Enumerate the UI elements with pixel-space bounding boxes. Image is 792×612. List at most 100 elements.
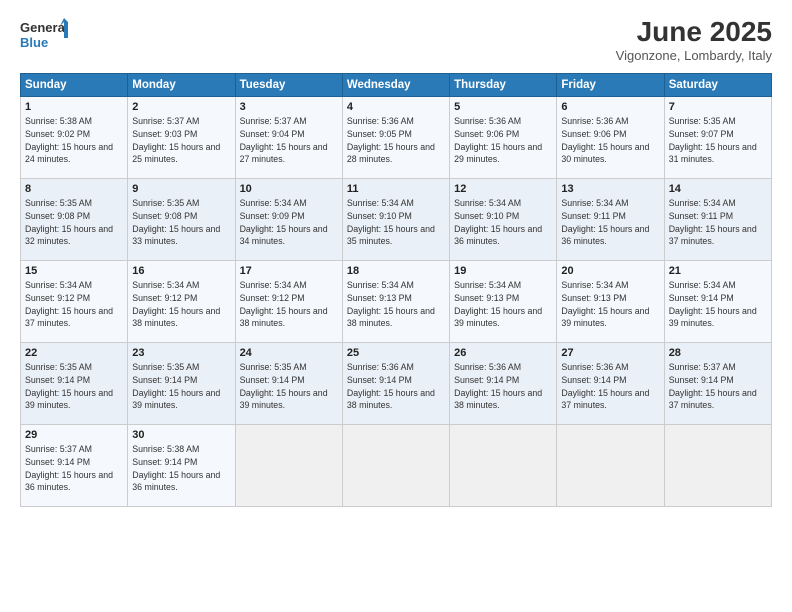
table-row [235, 425, 342, 507]
day-number: 22 [25, 347, 123, 359]
table-row: 26 Sunrise: 5:36 AMSunset: 9:14 PMDaylig… [450, 343, 557, 425]
calendar-week-row: 1 Sunrise: 5:38 AMSunset: 9:02 PMDayligh… [21, 97, 772, 179]
col-sunday: Sunday [21, 74, 128, 97]
table-row: 6 Sunrise: 5:36 AMSunset: 9:06 PMDayligh… [557, 97, 664, 179]
day-number: 29 [25, 429, 123, 441]
table-row: 25 Sunrise: 5:36 AMSunset: 9:14 PMDaylig… [342, 343, 449, 425]
day-number: 24 [240, 347, 338, 359]
table-row [342, 425, 449, 507]
location-subtitle: Vigonzone, Lombardy, Italy [616, 48, 772, 63]
day-number: 12 [454, 183, 552, 195]
table-row: 18 Sunrise: 5:34 AMSunset: 9:13 PMDaylig… [342, 261, 449, 343]
table-row: 14 Sunrise: 5:34 AMSunset: 9:11 PMDaylig… [664, 179, 771, 261]
col-monday: Monday [128, 74, 235, 97]
day-number: 25 [347, 347, 445, 359]
day-number: 10 [240, 183, 338, 195]
day-detail: Sunrise: 5:34 AMSunset: 9:10 PMDaylight:… [454, 198, 542, 246]
calendar-week-row: 15 Sunrise: 5:34 AMSunset: 9:12 PMDaylig… [21, 261, 772, 343]
day-number: 14 [669, 183, 767, 195]
day-detail: Sunrise: 5:34 AMSunset: 9:12 PMDaylight:… [132, 280, 220, 328]
table-row: 1 Sunrise: 5:38 AMSunset: 9:02 PMDayligh… [21, 97, 128, 179]
table-row: 5 Sunrise: 5:36 AMSunset: 9:06 PMDayligh… [450, 97, 557, 179]
day-number: 16 [132, 265, 230, 277]
table-row: 13 Sunrise: 5:34 AMSunset: 9:11 PMDaylig… [557, 179, 664, 261]
day-detail: Sunrise: 5:37 AMSunset: 9:04 PMDaylight:… [240, 116, 328, 164]
calendar-week-row: 29 Sunrise: 5:37 AMSunset: 9:14 PMDaylig… [21, 425, 772, 507]
month-title: June 2025 [616, 16, 772, 48]
table-row [557, 425, 664, 507]
day-detail: Sunrise: 5:34 AMSunset: 9:09 PMDaylight:… [240, 198, 328, 246]
day-number: 19 [454, 265, 552, 277]
day-number: 9 [132, 183, 230, 195]
table-row: 23 Sunrise: 5:35 AMSunset: 9:14 PMDaylig… [128, 343, 235, 425]
table-row: 8 Sunrise: 5:35 AMSunset: 9:08 PMDayligh… [21, 179, 128, 261]
table-row: 16 Sunrise: 5:34 AMSunset: 9:12 PMDaylig… [128, 261, 235, 343]
day-number: 7 [669, 101, 767, 113]
table-row: 15 Sunrise: 5:34 AMSunset: 9:12 PMDaylig… [21, 261, 128, 343]
table-row: 30 Sunrise: 5:38 AMSunset: 9:14 PMDaylig… [128, 425, 235, 507]
day-detail: Sunrise: 5:34 AMSunset: 9:13 PMDaylight:… [561, 280, 649, 328]
table-row: 28 Sunrise: 5:37 AMSunset: 9:14 PMDaylig… [664, 343, 771, 425]
day-detail: Sunrise: 5:34 AMSunset: 9:13 PMDaylight:… [347, 280, 435, 328]
day-number: 4 [347, 101, 445, 113]
day-number: 1 [25, 101, 123, 113]
day-detail: Sunrise: 5:34 AMSunset: 9:11 PMDaylight:… [669, 198, 757, 246]
day-detail: Sunrise: 5:38 AMSunset: 9:02 PMDaylight:… [25, 116, 113, 164]
day-detail: Sunrise: 5:37 AMSunset: 9:03 PMDaylight:… [132, 116, 220, 164]
day-detail: Sunrise: 5:35 AMSunset: 9:08 PMDaylight:… [25, 198, 113, 246]
day-number: 17 [240, 265, 338, 277]
table-row: 20 Sunrise: 5:34 AMSunset: 9:13 PMDaylig… [557, 261, 664, 343]
day-number: 11 [347, 183, 445, 195]
table-row: 2 Sunrise: 5:37 AMSunset: 9:03 PMDayligh… [128, 97, 235, 179]
day-detail: Sunrise: 5:38 AMSunset: 9:14 PMDaylight:… [132, 444, 220, 492]
day-detail: Sunrise: 5:34 AMSunset: 9:11 PMDaylight:… [561, 198, 649, 246]
table-row: 7 Sunrise: 5:35 AMSunset: 9:07 PMDayligh… [664, 97, 771, 179]
calendar-week-row: 8 Sunrise: 5:35 AMSunset: 9:08 PMDayligh… [21, 179, 772, 261]
logo-svg: General Blue [20, 16, 72, 54]
page-header: General Blue June 2025 Vigonzone, Lombar… [20, 16, 772, 63]
table-row: 9 Sunrise: 5:35 AMSunset: 9:08 PMDayligh… [128, 179, 235, 261]
day-number: 13 [561, 183, 659, 195]
table-row: 24 Sunrise: 5:35 AMSunset: 9:14 PMDaylig… [235, 343, 342, 425]
table-row: 4 Sunrise: 5:36 AMSunset: 9:05 PMDayligh… [342, 97, 449, 179]
day-number: 15 [25, 265, 123, 277]
day-number: 30 [132, 429, 230, 441]
table-row: 21 Sunrise: 5:34 AMSunset: 9:14 PMDaylig… [664, 261, 771, 343]
col-thursday: Thursday [450, 74, 557, 97]
table-row: 10 Sunrise: 5:34 AMSunset: 9:09 PMDaylig… [235, 179, 342, 261]
calendar-week-row: 22 Sunrise: 5:35 AMSunset: 9:14 PMDaylig… [21, 343, 772, 425]
day-number: 20 [561, 265, 659, 277]
table-row: 17 Sunrise: 5:34 AMSunset: 9:12 PMDaylig… [235, 261, 342, 343]
day-number: 2 [132, 101, 230, 113]
table-row [450, 425, 557, 507]
day-number: 5 [454, 101, 552, 113]
day-detail: Sunrise: 5:34 AMSunset: 9:12 PMDaylight:… [25, 280, 113, 328]
table-row: 19 Sunrise: 5:34 AMSunset: 9:13 PMDaylig… [450, 261, 557, 343]
day-number: 23 [132, 347, 230, 359]
day-detail: Sunrise: 5:35 AMSunset: 9:07 PMDaylight:… [669, 116, 757, 164]
title-block: June 2025 Vigonzone, Lombardy, Italy [616, 16, 772, 63]
table-row: 12 Sunrise: 5:34 AMSunset: 9:10 PMDaylig… [450, 179, 557, 261]
day-number: 6 [561, 101, 659, 113]
calendar-header-row: Sunday Monday Tuesday Wednesday Thursday… [21, 74, 772, 97]
table-row: 22 Sunrise: 5:35 AMSunset: 9:14 PMDaylig… [21, 343, 128, 425]
day-number: 8 [25, 183, 123, 195]
table-row: 11 Sunrise: 5:34 AMSunset: 9:10 PMDaylig… [342, 179, 449, 261]
day-number: 28 [669, 347, 767, 359]
logo: General Blue [20, 16, 72, 54]
day-detail: Sunrise: 5:34 AMSunset: 9:14 PMDaylight:… [669, 280, 757, 328]
day-detail: Sunrise: 5:36 AMSunset: 9:14 PMDaylight:… [347, 362, 435, 410]
day-detail: Sunrise: 5:36 AMSunset: 9:14 PMDaylight:… [561, 362, 649, 410]
table-row: 29 Sunrise: 5:37 AMSunset: 9:14 PMDaylig… [21, 425, 128, 507]
day-detail: Sunrise: 5:35 AMSunset: 9:14 PMDaylight:… [240, 362, 328, 410]
day-detail: Sunrise: 5:34 AMSunset: 9:10 PMDaylight:… [347, 198, 435, 246]
day-detail: Sunrise: 5:37 AMSunset: 9:14 PMDaylight:… [669, 362, 757, 410]
table-row [664, 425, 771, 507]
day-detail: Sunrise: 5:36 AMSunset: 9:06 PMDaylight:… [454, 116, 542, 164]
svg-text:Blue: Blue [20, 35, 48, 50]
day-detail: Sunrise: 5:34 AMSunset: 9:12 PMDaylight:… [240, 280, 328, 328]
day-detail: Sunrise: 5:36 AMSunset: 9:05 PMDaylight:… [347, 116, 435, 164]
day-number: 26 [454, 347, 552, 359]
svg-text:General: General [20, 20, 68, 35]
col-wednesday: Wednesday [342, 74, 449, 97]
